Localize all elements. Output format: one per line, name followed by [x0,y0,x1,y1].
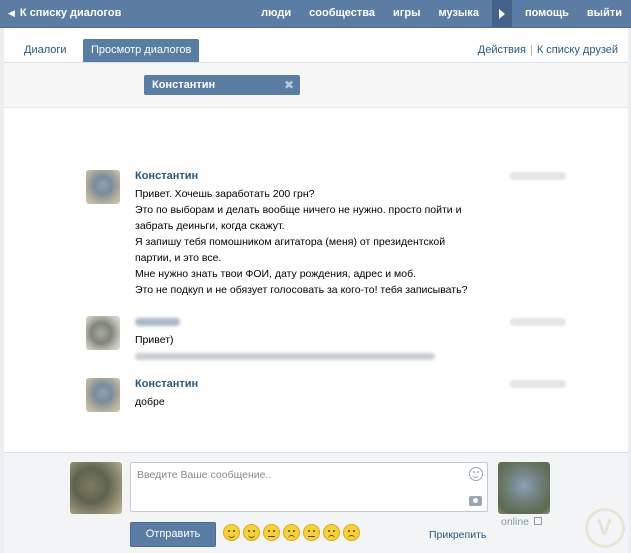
sweat-emoji-icon[interactable] [283,524,300,541]
emoji-bar [223,524,360,541]
message-input[interactable]: Введите Ваше сообщение.. [130,462,488,512]
peer-row: Константин ✖ [4,63,628,108]
online-label: online [501,516,530,528]
to-friends-link[interactable]: К списку друзей [537,44,618,56]
actions-link[interactable]: Действия [478,44,526,56]
camera-icon[interactable] [469,496,482,506]
message-item: Привет) [86,316,566,366]
avatar[interactable] [86,378,120,412]
avatar[interactable] [86,170,120,204]
message-line: Привет) [135,334,174,346]
grin-emoji-icon[interactable] [223,524,240,541]
message-line: Мне нужно знать твои ФОИ, дату рождения,… [135,268,417,280]
message-line: забрать деиньги, когда скажут. [135,220,285,232]
message-line: Привет. Хочешь заработать 200 грн? [135,188,315,200]
back-to-dialogs-link[interactable]: ◀ К списку диалогов [8,0,121,27]
message-author-blurred [135,318,180,326]
nav-communities[interactable]: сообщества [300,0,384,27]
neutral-emoji-icon[interactable] [263,524,280,541]
tab-actions-group: Действия | К списку друзей [478,44,618,56]
nav-help[interactable]: помощь [516,0,578,27]
peer-name: Константин [152,79,216,91]
avatar[interactable] [498,462,550,514]
back-label: К списку диалогов [19,7,122,19]
message-time-blurred [510,172,566,180]
nav-games[interactable]: игры [384,0,429,27]
blurred-text [135,353,435,360]
tab-dialogs[interactable]: Диалоги [16,39,75,61]
message-text: Привет. Хочешь заработать 200 грн? Это п… [135,186,495,298]
top-nav: люди сообщества игры музыка помощь выйти [252,0,631,27]
avatar[interactable] [70,462,122,514]
chevron-left-icon: ◀ [8,8,15,18]
online-status: online [501,516,542,528]
message-line: Я запишу тебя помошником агитатора (меня… [135,236,446,248]
tab-view-dialogs[interactable]: Просмотр диалогов [83,39,200,62]
message-composer: Введите Ваше сообщение.. online Отправит… [4,452,628,553]
main-panel: Диалоги Просмотр диалогов Действия | К спи… [4,28,628,553]
message-line: добре [135,396,165,408]
message-text: Привет) [135,332,495,360]
worried-emoji-icon[interactable] [343,524,360,541]
smirk-emoji-icon[interactable] [303,524,320,541]
message-line: Это по выборам и делать вообще ничего не… [135,204,462,216]
message-author[interactable]: Константин [135,378,198,390]
message-item: Константин Привет. Хочешь заработать 200… [86,170,566,300]
attach-link[interactable]: Прикрепить [429,529,486,541]
smiley-icon[interactable] [469,467,483,481]
close-icon[interactable]: ✖ [284,75,294,95]
separator: | [529,44,533,56]
message-time-blurred [510,318,566,326]
message-author[interactable]: Константин [135,170,198,182]
message-item: Константин добре [86,378,566,418]
tabs-row: Диалоги Просмотр диалогов Действия | К спи… [4,28,628,63]
top-bar: ◀ К списку диалогов люди сообщества игры … [0,0,631,28]
send-button[interactable]: Отправить [130,522,216,547]
message-line: Это не подкуп и не обязует голосовать за… [135,284,468,296]
nav-people[interactable]: люди [252,0,300,27]
nav-music[interactable]: музыка [429,0,487,27]
smile-emoji-icon[interactable] [243,524,260,541]
message-input-placeholder: Введите Ваше сообщение.. [137,469,272,481]
message-line: партии, и это все. [135,252,222,264]
message-text: добре [135,394,495,410]
nav-logout[interactable]: выйти [578,0,631,27]
message-time-blurred [510,380,566,388]
sad-emoji-icon[interactable] [323,524,340,541]
nav-more-arrow-icon[interactable] [491,0,512,27]
avatar[interactable] [86,316,120,350]
peer-chip[interactable]: Константин ✖ [144,75,300,95]
watermark-logo-icon [585,508,625,548]
lock-icon [533,517,542,525]
